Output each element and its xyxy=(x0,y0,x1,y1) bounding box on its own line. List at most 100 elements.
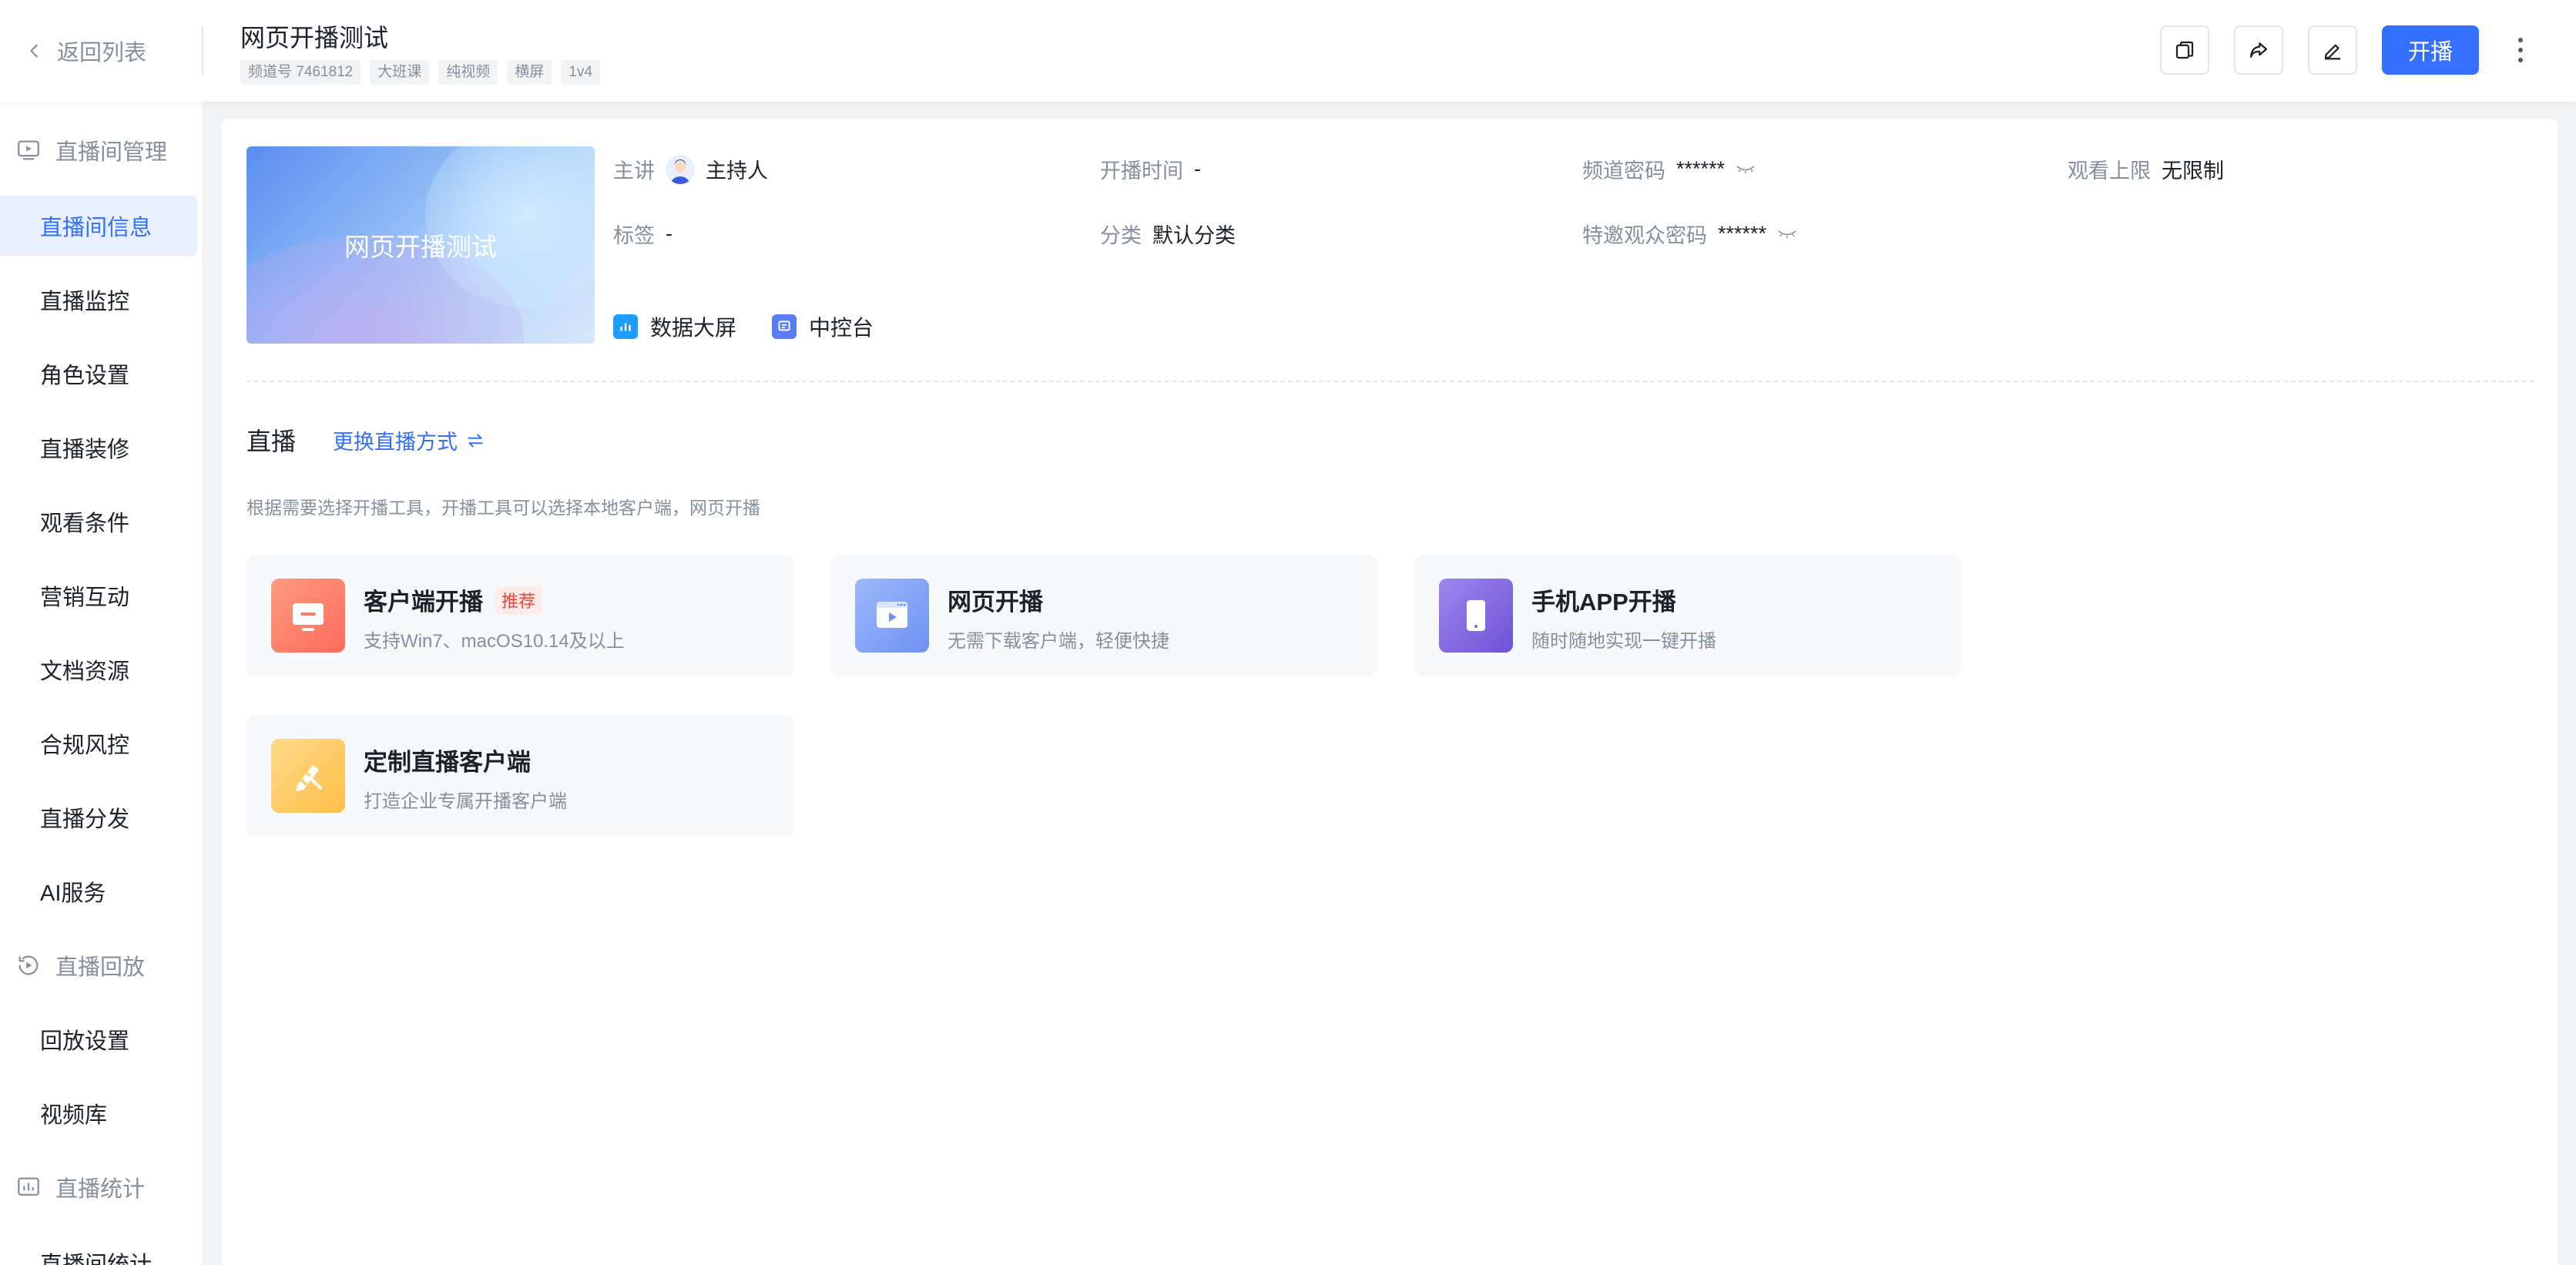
sidebar-item-documents[interactable]: 文档资源 xyxy=(0,639,197,700)
more-dot-icon xyxy=(2518,58,2523,62)
more-dot-icon xyxy=(2518,48,2523,52)
sidebar-group-stats: 直播统计 xyxy=(0,1160,202,1214)
header-divider xyxy=(202,26,203,75)
channel-tags: 频道号 7461812 大班课 纯视频 横屏 1v4 xyxy=(240,60,600,85)
guest-password-value: ****** xyxy=(1718,222,1767,245)
guest-password-info: 特邀观众密码 ****** xyxy=(1582,219,1797,249)
sidebar: 直播间管理 直播间信息 直播监控 角色设置 直播装修 观看条件 营销互动 文档资… xyxy=(0,102,202,1265)
more-options-button[interactable] xyxy=(2508,31,2533,69)
sidebar-item-compliance[interactable]: 合规风控 xyxy=(0,713,197,773)
tag-key: 标签 xyxy=(613,224,655,247)
copy-icon xyxy=(2175,41,2194,59)
web-live-title: 网页开播 xyxy=(948,589,1043,616)
orientation-tag: 横屏 xyxy=(507,60,552,85)
room-cover-image: 网页开播测试 xyxy=(247,146,595,344)
category-key: 分类 xyxy=(1100,224,1142,247)
web-live-card[interactable]: 网页开播 无需下载客户端，轻便快捷 xyxy=(830,555,1377,676)
start-live-button[interactable]: 开播 xyxy=(2382,25,2479,75)
sidebar-item-replay-settings[interactable]: 回放设置 xyxy=(0,1009,197,1069)
tag-value: - xyxy=(666,222,673,245)
page-title: 网页开播测试 xyxy=(240,24,389,52)
client-live-title-text: 客户端开播 xyxy=(364,589,483,616)
chevron-left-icon xyxy=(30,44,38,58)
sidebar-item-video-library[interactable]: 视频库 xyxy=(0,1083,197,1143)
custom-client-title: 定制直播客户端 xyxy=(364,749,531,776)
sidebar-item-marketing[interactable]: 营销互动 xyxy=(0,565,197,626)
copy-button[interactable] xyxy=(2160,25,2209,75)
top-header: 返回列表 网页开播测试 频道号 7461812 大班课 纯视频 横屏 1v4 开… xyxy=(0,0,2576,102)
mobile-phone-icon xyxy=(1439,579,1513,653)
sidebar-group-label: 直播回放 xyxy=(55,955,146,980)
sidebar-group-room-manage: 直播间管理 xyxy=(0,123,202,177)
stats-chart-icon xyxy=(18,1177,39,1196)
sidebar-item-decoration[interactable]: 直播装修 xyxy=(0,418,197,478)
channel-password-key: 频道密码 xyxy=(1582,159,1665,183)
console-link[interactable]: 中控台 xyxy=(772,311,874,342)
sidebar-group-replay: 直播回放 xyxy=(0,938,202,992)
web-browser-icon xyxy=(855,579,929,653)
back-label: 返回列表 xyxy=(57,41,147,65)
data-screen-link[interactable]: 数据大屏 xyxy=(613,311,736,342)
view-limit-info: 观看上限 无限制 xyxy=(2068,154,2224,184)
category-value: 默认分类 xyxy=(1152,224,1236,247)
sidebar-item-room-stats[interactable]: 直播间统计 xyxy=(0,1233,197,1265)
main-panel: 网页开播测试 主讲 主持人 开播时间 - 频道密码 ****** 观看上限 无限… xyxy=(222,119,2558,1265)
tag-info: 标签 - xyxy=(613,219,673,249)
presenter-key: 主讲 xyxy=(613,159,655,183)
share-icon xyxy=(2249,42,2268,58)
switch-live-mode-link[interactable]: 更换直播方式 xyxy=(333,425,485,455)
desktop-client-icon xyxy=(271,579,345,653)
web-live-desc: 无需下载客户端，轻便快捷 xyxy=(948,631,1169,652)
course-type-tag: 大班课 xyxy=(370,60,430,85)
sidebar-item-ai-service[interactable]: AI服务 xyxy=(0,861,197,921)
swap-icon xyxy=(468,433,483,448)
pencil-icon xyxy=(2325,44,2340,60)
start-time-key: 开播时间 xyxy=(1100,159,1183,183)
section-divider xyxy=(247,381,2534,382)
mobile-app-live-title: 手机APP开播 xyxy=(1531,589,1676,616)
sidebar-item-monitor[interactable]: 直播监控 xyxy=(0,270,197,330)
back-to-list-button[interactable]: 返回列表 xyxy=(26,34,146,68)
switch-live-mode-label: 更换直播方式 xyxy=(333,431,458,454)
guest-password-key: 特邀观众密码 xyxy=(1582,224,1707,247)
sidebar-group-label: 直播统计 xyxy=(55,1177,146,1202)
data-screen-icon xyxy=(613,314,638,339)
channel-password-info: 频道密码 ****** xyxy=(1582,154,1756,184)
data-screen-label: 数据大屏 xyxy=(650,316,737,340)
share-button[interactable] xyxy=(2234,25,2283,75)
cover-title: 网页开播测试 xyxy=(344,233,497,261)
sidebar-item-watch-conditions[interactable]: 观看条件 xyxy=(0,492,197,552)
custom-client-card[interactable]: 定制直播客户端 打造企业专属开播客户端 xyxy=(247,715,793,837)
mode-tag: 1v4 xyxy=(561,60,600,85)
start-time-value: - xyxy=(1194,157,1201,180)
start-time-info: 开播时间 - xyxy=(1100,154,1201,184)
view-limit-value: 无限制 xyxy=(2162,159,2224,183)
channel-password-value: ****** xyxy=(1676,157,1726,180)
custom-tool-icon xyxy=(271,739,345,813)
live-section-title: 直播 xyxy=(247,428,297,455)
view-limit-key: 观看上限 xyxy=(2068,159,2151,183)
sidebar-group-label: 直播间管理 xyxy=(55,140,168,165)
sidebar-item-room-info[interactable]: 直播间信息 xyxy=(0,196,197,256)
more-dot-icon xyxy=(2518,38,2523,42)
sidebar-item-distribution[interactable]: 直播分发 xyxy=(0,787,197,847)
category-info: 分类 默认分类 xyxy=(1100,219,1236,249)
eye-closed-icon[interactable] xyxy=(1736,164,1756,175)
eye-closed-icon[interactable] xyxy=(1777,229,1797,240)
client-live-desc: 支持Win7、macOS10.14及以上 xyxy=(364,631,625,652)
mobile-app-live-card[interactable]: 手机APP开播 随时随地实现一键开播 xyxy=(1414,555,1961,676)
edit-button[interactable] xyxy=(2308,25,2357,75)
live-tool-hint: 根据需要选择开播工具，开播工具可以选择本地客户端，网页开播 xyxy=(247,498,760,518)
avatar-icon xyxy=(666,154,695,184)
client-live-title: 客户端开播 推荐 xyxy=(364,582,542,617)
sidebar-item-roles[interactable]: 角色设置 xyxy=(0,344,197,404)
client-live-card[interactable]: 客户端开播 推荐 支持Win7、macOS10.14及以上 xyxy=(247,555,793,676)
presenter-avatar xyxy=(666,154,695,184)
console-icon xyxy=(772,314,797,339)
replay-icon xyxy=(18,955,39,975)
custom-client-desc: 打造企业专属开播客户端 xyxy=(364,791,567,812)
presenter-info: 主讲 主持人 xyxy=(613,154,768,184)
play-screen-icon xyxy=(18,140,39,160)
channel-id-tag: 频道号 7461812 xyxy=(240,60,361,85)
console-label: 中控台 xyxy=(809,316,874,340)
